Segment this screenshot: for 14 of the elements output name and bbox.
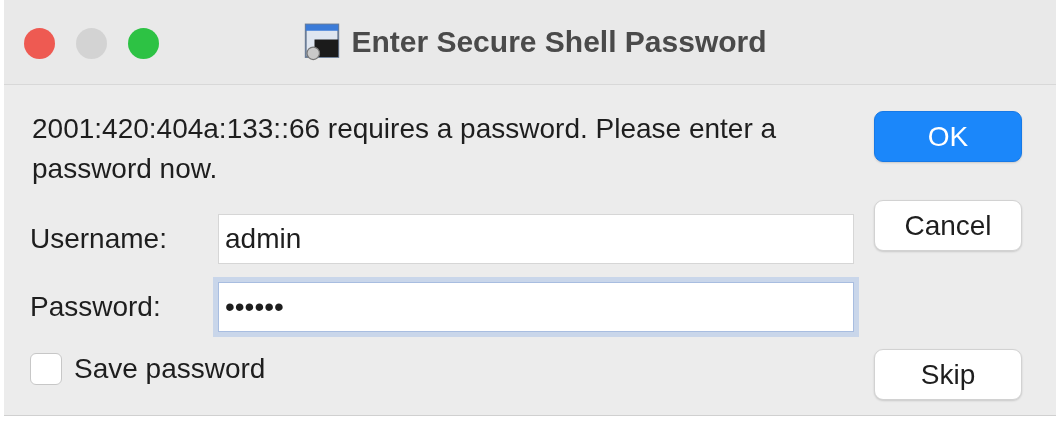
dialog-button[interactable]: Cancel <box>874 200 1022 251</box>
field-label: Username: <box>30 223 168 255</box>
prompt-message: 2001:420:404a:133::66 requires a password. Please enter a password now. <box>32 112 778 186</box>
checkbox-label[interactable]: Save password <box>74 353 266 385</box>
dialog-button[interactable]: Skip <box>874 349 1022 400</box>
close-button[interactable] <box>24 28 55 59</box>
input-field[interactable]: •••••• <box>218 282 854 332</box>
input-field[interactable]: admin <box>218 214 854 264</box>
checkbox[interactable] <box>30 353 62 385</box>
dialog-button[interactable]: OK <box>874 111 1022 162</box>
zoom-button[interactable] <box>128 28 159 59</box>
terminal-window-icon <box>303 22 342 62</box>
field-label: Password: <box>30 291 162 323</box>
window-title: Enter Secure Shell Password <box>351 25 767 59</box>
